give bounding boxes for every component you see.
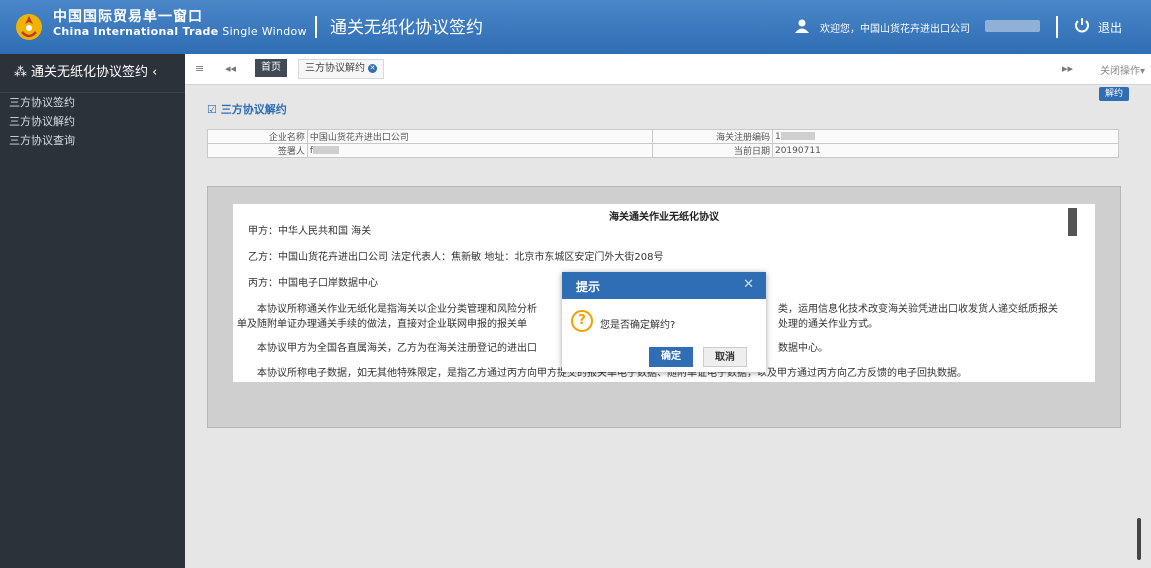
dialog-ok-button[interactable]: 确定 [649,347,693,367]
dialog-close-icon[interactable]: ✕ [743,277,754,292]
tab-close-icon[interactable]: ✕ [368,63,377,73]
collapse-icon[interactable]: ‹ [148,65,157,80]
dialog-message: 您是否确定解约? [600,320,676,331]
sidebar-item-cancel[interactable]: 三方协议解约 [0,112,185,131]
logo-cn-text: 中国国际贸易单一窗口 [53,9,203,25]
para2-left: 本协议甲方为全国各直属海关，乙方为在海关注册登记的进出口 [257,343,537,354]
party-a: 甲方：中华人民共和国 海关 [248,226,372,237]
tab-home[interactable]: 首页 [255,59,287,77]
date-value: 20190711 [771,143,1120,158]
logo-en-main: China International Trade [53,25,219,38]
user-icon [795,19,809,33]
redacted-signer [313,146,340,154]
menu-toggle-icon[interactable]: ≡ [195,62,204,75]
tab-scroll-right-icon[interactable]: ▸▸ [1062,62,1073,75]
para1-right: 类，运用信息化技术改变海关验凭进出口收发货人递交纸质报关 [778,304,1058,315]
date-label: 当前日期 [652,143,773,158]
sidebar-item-query[interactable]: 三方协议查询 [0,131,185,150]
power-icon[interactable] [1073,16,1091,34]
dialog-title: 提示 [576,280,601,294]
section-title: ☑ 三方协议解约 [207,101,287,117]
window-scroll-handle[interactable] [1137,518,1141,560]
company-label: 企业名称 [207,129,308,144]
top-header: 中国国际贸易单一窗口 China International Trade Sin… [0,0,1151,54]
customs-code-value: 1 [771,129,1120,144]
sidebar: ⁂ 通关无纸化协议签约 ‹ 三方协议签约 三方协议解约 三方协议查询 [0,54,185,568]
signer-value: f [306,143,654,158]
sidebar-item-sign[interactable]: 三方协议签约 [0,93,185,112]
para1-left: 本协议所称通关作业无纸化是指海关以企业分类管理和风险分析 [257,304,537,315]
tab-cancel-agreement[interactable]: 三方协议解约 ✕ [298,59,384,79]
company-value: 中国山货花卉进出口公司 [306,129,654,144]
question-icon: ? [571,310,593,332]
logo-en-text: China International Trade Single Window [53,25,307,38]
grid-icon: ⁂ [14,65,27,80]
para1b-right: 处理的通关作业方式。 [778,319,878,330]
dialog-cancel-button[interactable]: 取消 [703,347,747,367]
para2-right: 数据中心。 [778,343,828,354]
agreement-title: 海关通关作业无纸化协议 [609,212,719,223]
app-title: 通关无纸化协议签约 [330,18,483,38]
redacted-username [985,20,1040,32]
cancel-agreement-button[interactable]: 解约 [1098,87,1129,101]
para1b-left: 单及随附单证办理通关手续的做法，直接对企业联网申报的报关单 [237,319,527,330]
close-operations-menu[interactable]: 关闭操作▾ [1100,62,1145,77]
section-title-text: 三方协议解约 [220,103,287,116]
redacted-code [780,132,815,140]
info-table: 企业名称 中国山货花卉进出口公司 海关注册编码 1 签署人 f 当前日期 201… [207,129,1120,158]
edit-icon: ☑ [207,103,221,116]
header-divider [315,16,317,38]
logout-link[interactable]: 退出 [1098,19,1122,36]
customs-code-label: 海关注册编码 [652,129,773,144]
logo-en-tail: Single Window [218,25,307,38]
party-b: 乙方：中国山货花卉进出口公司 法定代表人：焦新敏 地址：北京市东城区安定门外大街… [248,252,664,263]
party-c: 丙方：中国电子口岸数据中心 [248,278,378,289]
sidebar-header[interactable]: ⁂ 通关无纸化协议签约 ‹ [0,54,185,93]
tab-scroll-left-icon[interactable]: ◂◂ [225,62,236,75]
agreement-scrollbar[interactable] [1068,208,1077,236]
sidebar-title: 通关无纸化协议签约 [31,65,149,80]
dialog-header: 提示 ✕ [562,272,766,299]
confirm-dialog: 提示 ✕ ? 您是否确定解约? 确定 取消 [562,272,766,372]
single-window-logo-icon [16,14,42,40]
welcome-text: 欢迎您，中国山货花卉进出口公司 [820,24,970,35]
tab-active-label: 三方协议解约 [305,63,365,74]
header-divider-right [1056,16,1058,38]
signer-label: 签署人 [207,143,308,158]
tab-bar: ≡ ◂◂ 首页 三方协议解约 ✕ ▸▸ 关闭操作▾ [185,54,1151,85]
